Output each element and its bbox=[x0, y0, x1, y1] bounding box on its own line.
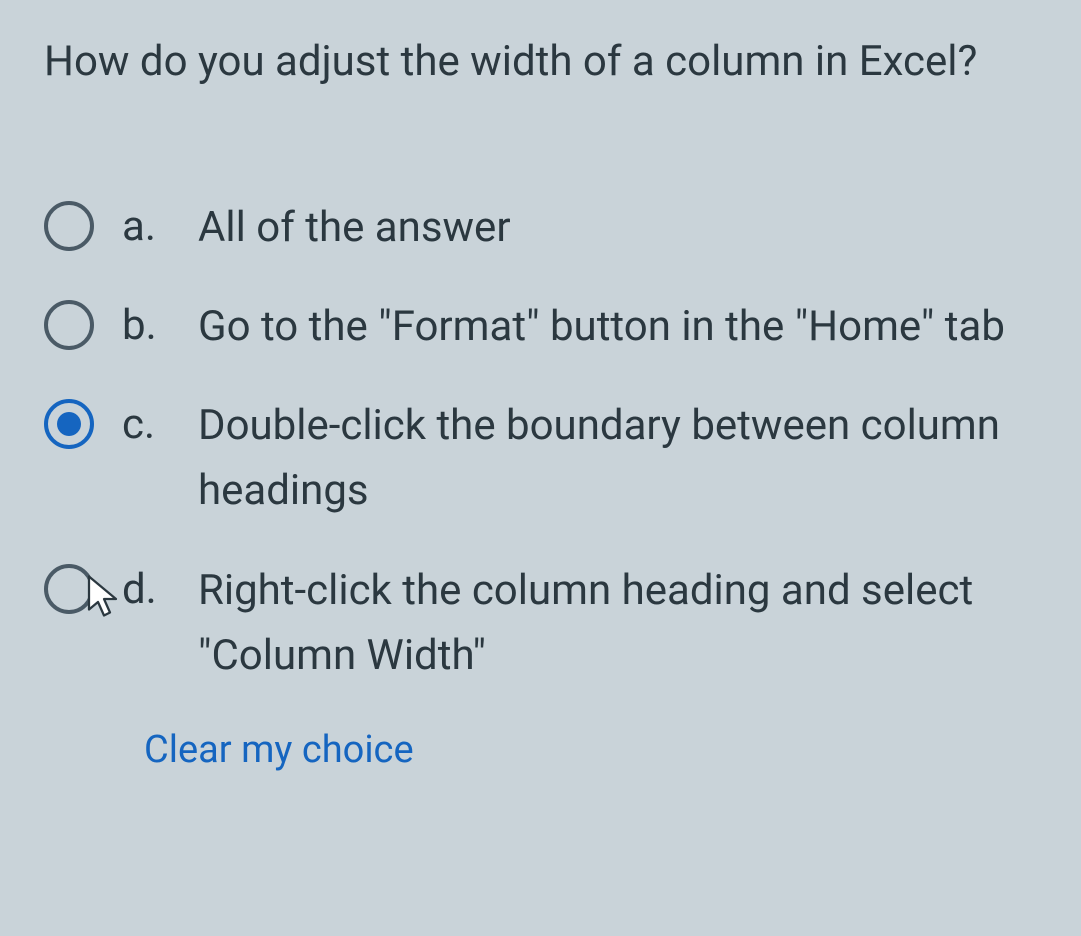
options-list: a. All of the answer b. Go to the "Forma… bbox=[44, 195, 1057, 688]
option-letter-b: b. bbox=[122, 294, 168, 357]
option-text-a: All of the answer bbox=[198, 195, 1057, 260]
option-text-d: Right-click the column heading and selec… bbox=[198, 558, 1057, 688]
radio-d[interactable] bbox=[44, 564, 94, 614]
clear-my-choice-link[interactable]: Clear my choice bbox=[144, 728, 414, 772]
option-letter-d: d. bbox=[122, 558, 168, 621]
radio-b[interactable] bbox=[44, 300, 94, 350]
option-letter-a: a. bbox=[122, 195, 168, 258]
option-b[interactable]: b. Go to the "Format" button in the "Hom… bbox=[44, 294, 1057, 359]
option-body-b: b. Go to the "Format" button in the "Hom… bbox=[122, 294, 1057, 359]
option-text-c: Double-click the boundary between column… bbox=[198, 393, 1057, 523]
option-d[interactable]: d. Right-click the column heading and se… bbox=[44, 558, 1057, 688]
radio-c[interactable] bbox=[44, 399, 94, 449]
option-body-a: a. All of the answer bbox=[122, 195, 1057, 260]
radio-a[interactable] bbox=[44, 201, 94, 251]
option-a[interactable]: a. All of the answer bbox=[44, 195, 1057, 260]
option-body-d: d. Right-click the column heading and se… bbox=[122, 558, 1057, 688]
option-body-c: c. Double-click the boundary between col… bbox=[122, 393, 1057, 523]
question-text: How do you adjust the width of a column … bbox=[44, 28, 1057, 95]
option-text-b: Go to the "Format" button in the "Home" … bbox=[198, 294, 1057, 359]
option-c[interactable]: c. Double-click the boundary between col… bbox=[44, 393, 1057, 523]
option-letter-c: c. bbox=[122, 393, 168, 456]
